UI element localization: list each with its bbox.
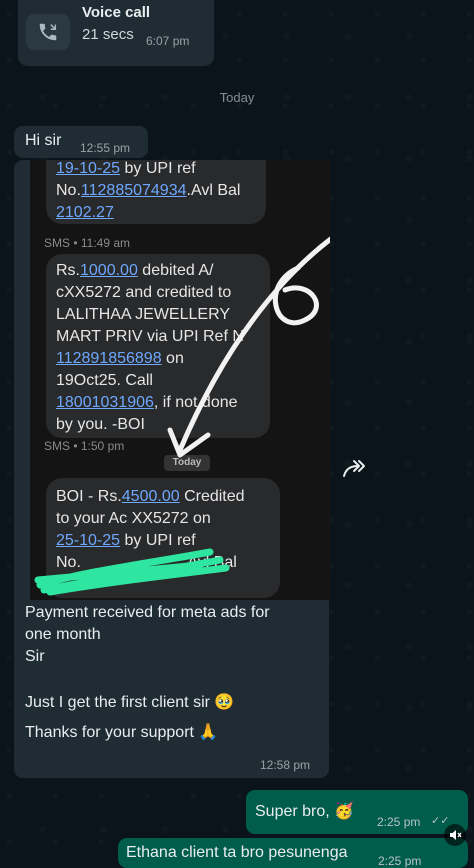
arrow-annotation	[167, 236, 330, 458]
caption-line: Sir	[25, 648, 45, 665]
message-time: 12:58 pm	[260, 758, 311, 772]
date-divider: Today	[219, 90, 255, 105]
forward-icon[interactable]	[341, 458, 369, 482]
message-time: 2:25 pm	[378, 854, 422, 868]
mute-icon[interactable]	[444, 824, 466, 846]
caption-line: Just I get the first client sir 🥹	[25, 694, 235, 711]
message-text: Hi sir	[25, 132, 62, 149]
incoming-message[interactable]: Hi sir 12:55 pm	[14, 126, 148, 158]
call-title: Voice call	[82, 4, 151, 21]
message-text: Super bro, 🥳	[255, 803, 355, 820]
sms-screenshot-image[interactable]: 19-10-25 by UPI ref No.112885074934.Avl …	[30, 160, 330, 600]
read-status-icon: ✓✓	[431, 815, 450, 827]
outgoing-message[interactable]: Ethana client ta bro pesunenga 2:25 pm	[118, 838, 468, 868]
caption-line: one month	[25, 626, 101, 643]
voice-call-bubble[interactable]: Voice call 21 secs 6:07 pm	[18, 0, 214, 66]
call-time: 6:07 pm	[146, 34, 190, 48]
phone-icon	[26, 14, 70, 50]
image-message-bubble[interactable]: 19-10-25 by UPI ref No.112885074934.Avl …	[14, 160, 330, 778]
call-duration: 21 secs	[82, 26, 134, 43]
message-time: 2:25 pm	[377, 815, 421, 829]
caption-line: Thanks for your support 🙏	[25, 724, 219, 741]
message-time: 12:55 pm	[80, 141, 131, 155]
message-text: Ethana client ta bro pesunenga	[126, 844, 348, 861]
caption-line: Payment received for meta ads for	[25, 604, 270, 621]
outgoing-message[interactable]: Super bro, 🥳 2:25 pm ✓✓	[246, 790, 468, 834]
